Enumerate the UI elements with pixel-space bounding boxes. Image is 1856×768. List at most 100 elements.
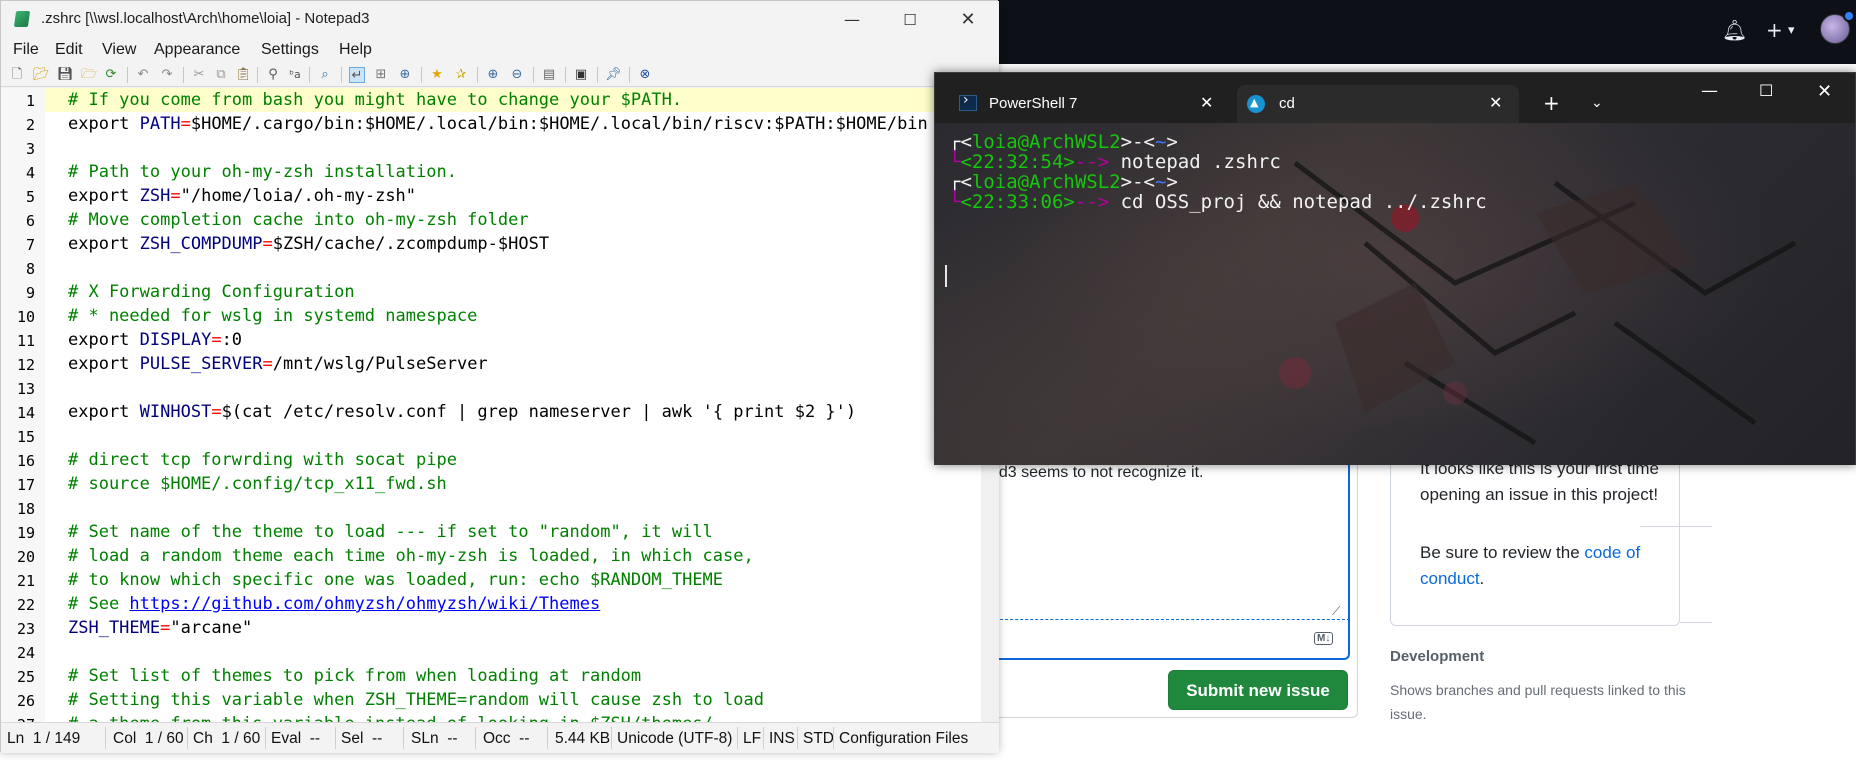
line-number: 25 (16, 668, 35, 686)
code-editor[interactable]: 1 # If you come from bash you might have … (1, 88, 981, 722)
code-token: # If you come from bash you might have t… (68, 90, 683, 110)
code-line: # See https://github.com/ohmyzsh/ohmyzsh… (68, 594, 600, 614)
line-number: 19 (16, 524, 35, 542)
markdown-icon[interactable]: M↓ (1314, 632, 1334, 645)
zoom-in-icon[interactable]: ⊕ (485, 67, 501, 83)
favorite-star-icon[interactable]: ★ (429, 67, 445, 83)
zoom-out-icon[interactable]: ⊖ (509, 67, 525, 83)
line-number: 24 (16, 644, 35, 662)
notepad3-window: .zshrc [\\wsl.localhost\Arch\home\loia] … (0, 0, 999, 753)
exit-icon[interactable]: ⊗ (637, 67, 653, 83)
code-token: export (68, 114, 140, 134)
prompt-directory: ~ (1154, 171, 1167, 193)
word-wrap-icon[interactable]: ↵ (349, 67, 365, 83)
code-line: export PULSE_SERVER=/mnt/wslg/PulseServe… (68, 354, 488, 374)
status-insert-mode[interactable]: INS (769, 730, 795, 748)
cut-icon[interactable]: ✂ (191, 67, 207, 83)
code-token: "arcane" (170, 618, 253, 638)
menu-edit[interactable]: Edit (55, 41, 83, 59)
close-tab-icon[interactable]: ✕ (1489, 93, 1502, 112)
code-token: # Path to your oh-my-zsh installation. (68, 162, 457, 182)
open-folder-icon[interactable]: 📂︎ (33, 67, 50, 83)
find-icon[interactable]: ⚲ (265, 67, 281, 83)
new-tab-icon[interactable]: + (1543, 91, 1560, 115)
close-button[interactable]: ✕ (945, 7, 991, 33)
code-line: # Setting this variable when ZSH_THEME=r… (68, 690, 764, 710)
code-of-conduct-suffix: . (1479, 569, 1485, 588)
save-icon[interactable]: 💾︎ (57, 67, 74, 83)
undo-icon[interactable]: ↶ (135, 67, 151, 83)
code-line: ZSH_THEME="arcane" (68, 618, 252, 638)
prompt-bracket: < (960, 131, 972, 153)
line-number: 17 (16, 476, 35, 494)
code-line: # source $HOME/.config/tcp_x11_fwd.sh (68, 474, 447, 494)
prompt-arrow: --> (1074, 191, 1110, 213)
maximize-button[interactable]: ☐ (1759, 81, 1773, 100)
menu-view[interactable]: View (102, 41, 136, 59)
close-button[interactable]: ✕ (1817, 81, 1832, 102)
code-token: # source $HOME/.config/tcp_x11_fwd.sh (68, 474, 447, 494)
terminal-cursor (945, 265, 947, 287)
code-link[interactable]: https://github.com/ohmyzsh/ohmyzsh/wiki/… (129, 594, 600, 614)
code-line: export DISPLAY=:0 (68, 330, 242, 350)
status-eol[interactable]: LF (743, 730, 761, 748)
zoom-find-icon[interactable]: ⊕ (397, 67, 413, 83)
menu-appearance[interactable]: Appearance (154, 41, 240, 59)
add-favorite-icon[interactable]: ✰ (453, 67, 469, 83)
pin-icon[interactable]: 📌︎ (605, 67, 622, 83)
menu-file[interactable]: File (13, 41, 39, 59)
new-file-icon[interactable]: 🗋 (9, 67, 25, 83)
tab-cd-label[interactable]: cd (1279, 95, 1295, 112)
redo-icon[interactable]: ↷ (159, 67, 175, 83)
status-scheme[interactable]: Configuration Files (839, 730, 968, 748)
create-new-plus-icon[interactable]: + (1766, 18, 1783, 42)
indent-guides-icon[interactable]: ⊞ (373, 67, 389, 83)
browse-icon[interactable]: ⟳ (103, 67, 119, 83)
minimize-button[interactable]: — (1701, 81, 1718, 101)
notification-bell-icon[interactable]: 🔔︎ (1722, 18, 1747, 42)
code-line: # X Forwarding Configuration (68, 282, 355, 302)
copy-icon[interactable]: ⧉ (213, 67, 229, 83)
development-heading[interactable]: Development (1390, 648, 1484, 665)
customize-schemes-icon[interactable]: ▣ (573, 67, 589, 83)
submit-new-issue-button[interactable]: Submit new issue (1168, 670, 1348, 710)
code-token: PATH (139, 114, 181, 134)
issue-body-textarea[interactable] (990, 460, 1350, 620)
status-column: Col 1 / 60 (113, 730, 184, 747)
menu-settings[interactable]: Settings (261, 41, 319, 59)
save-as-icon[interactable]: 🗁 (81, 67, 97, 83)
terminal-line-command-1: └<22:32:54>--> notepad .zshrc (949, 151, 1281, 173)
chevron-down-icon[interactable]: ▾ (1788, 23, 1795, 38)
terminal-output[interactable]: ┌<loia@ArchWSL2>-<~> └<22:32:54>--> note… (935, 123, 1855, 465)
tab-powershell-label[interactable]: PowerShell 7 (989, 95, 1077, 112)
line-number: 1 (25, 92, 35, 110)
maximize-button[interactable]: ☐ (887, 7, 933, 33)
notepad-title-bar[interactable]: .zshrc [\\wsl.localhost\Arch\home\loia] … (1, 1, 999, 37)
prompt-frame: ┌ (949, 131, 961, 153)
status-line[interactable]: Ln 1 / 149 (7, 730, 80, 748)
goto-icon[interactable]: ⌕ (317, 67, 333, 83)
status-encoding[interactable]: Unicode (UTF-8) (617, 730, 732, 748)
line-number: 13 (16, 380, 35, 398)
code-token: # Move completion cache into oh-my-zsh f… (68, 210, 529, 230)
menu-help[interactable]: Help (339, 41, 372, 59)
close-tab-icon[interactable]: ✕ (1200, 93, 1213, 112)
prompt-directory: ~ (1154, 131, 1167, 153)
code-token: ZSH (139, 186, 171, 206)
code-line: # If you come from bash you might have t… (68, 90, 682, 110)
prompt-user-host: loia@ArchWSL2 (971, 131, 1121, 153)
code-line: # Set list of themes to pick from when l… (68, 666, 641, 686)
code-token: # direct tcp forwrding with socat pipe (68, 450, 457, 470)
code-token: # load a random theme each time oh-my-zs… (68, 546, 754, 566)
line-number: 16 (16, 452, 35, 470)
code-line: # a theme from this variable instead of … (68, 714, 713, 722)
resize-handle-icon[interactable]: ⟋ (1332, 604, 1340, 619)
status-std[interactable]: STD (803, 730, 834, 748)
paste-icon[interactable]: 📋︎ (235, 67, 252, 83)
minimize-button[interactable]: — (829, 7, 875, 33)
replace-icon[interactable]: ᵇa (287, 67, 303, 83)
chevron-down-icon[interactable]: ⌄ (1591, 95, 1603, 111)
status-sel-lines: SLn -- (411, 730, 458, 747)
terminal-tab-bar[interactable]: PowerShell 7 ✕ cd ✕ + ⌄ — ☐ ✕ (935, 73, 1855, 123)
schemes-icon[interactable]: ▤ (541, 67, 557, 83)
